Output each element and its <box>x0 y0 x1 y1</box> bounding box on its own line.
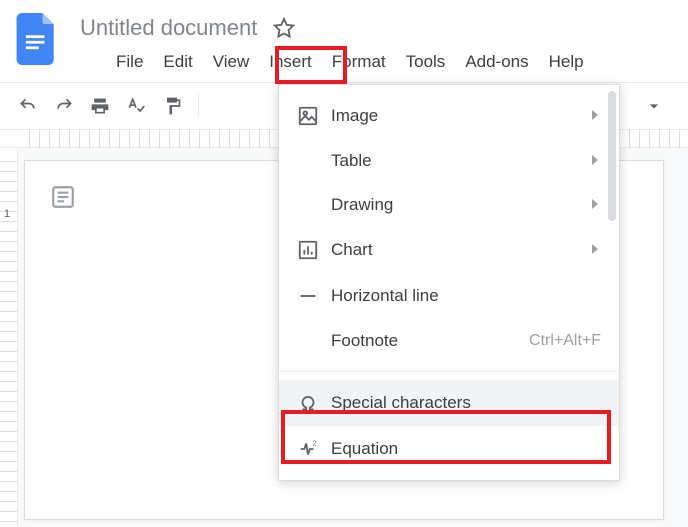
dropdown-item-footnote[interactable]: Footnote Ctrl+Alt+F <box>279 319 619 363</box>
redo-button[interactable] <box>48 90 80 122</box>
dropdown-label: Image <box>331 106 589 126</box>
equation-icon: 2 <box>297 438 331 460</box>
dropdown-label: Table <box>331 151 589 171</box>
menu-view[interactable]: View <box>203 48 260 76</box>
star-icon[interactable] <box>273 17 295 39</box>
menu-tools[interactable]: Tools <box>396 48 456 76</box>
dropdown-item-special-characters[interactable]: Special characters <box>279 380 619 426</box>
svg-text:2: 2 <box>313 438 317 447</box>
ruler-label: 1 <box>4 208 10 220</box>
menu-file[interactable]: File <box>106 48 153 76</box>
submenu-arrow-icon <box>589 106 601 126</box>
dropdown-label: Equation <box>331 439 601 459</box>
vertical-ruler[interactable]: 1 <box>0 148 18 527</box>
dropdown-label: Footnote <box>331 331 529 351</box>
insert-dropdown: Image Table Drawing Chart Horizontal lin… <box>278 84 620 481</box>
menu-help[interactable]: Help <box>539 48 594 76</box>
dropdown-item-drawing[interactable]: Drawing <box>279 183 619 227</box>
chart-icon <box>297 239 331 261</box>
dropdown-item-horizontal-line[interactable]: Horizontal line <box>279 273 619 319</box>
menu-addons[interactable]: Add-ons <box>455 48 538 76</box>
submenu-arrow-icon <box>589 151 601 171</box>
toolbar-more-button[interactable] <box>644 90 676 122</box>
dropdown-item-equation[interactable]: 2 Equation <box>279 426 619 472</box>
toolbar-separator <box>198 94 199 118</box>
menu-edit[interactable]: Edit <box>153 48 202 76</box>
paint-format-button[interactable] <box>156 90 188 122</box>
docs-logo[interactable] <box>8 10 66 68</box>
omega-icon <box>297 392 331 414</box>
menu-insert[interactable]: Insert <box>259 48 322 76</box>
dropdown-label: Special characters <box>331 393 601 413</box>
submenu-arrow-icon <box>589 195 601 215</box>
image-icon <box>297 105 331 127</box>
title-area: Untitled document <box>74 13 295 43</box>
horizontal-line-icon <box>297 285 331 307</box>
header: Untitled document <box>0 0 688 50</box>
print-button[interactable] <box>84 90 116 122</box>
dropdown-item-table[interactable]: Table <box>279 139 619 183</box>
dropdown-shortcut: Ctrl+Alt+F <box>529 332 601 350</box>
outline-icon[interactable] <box>48 182 78 212</box>
submenu-arrow-icon <box>589 240 601 260</box>
dropdown-separator <box>279 371 619 372</box>
dropdown-item-chart[interactable]: Chart <box>279 227 619 273</box>
dropdown-label: Drawing <box>331 195 589 215</box>
menubar: File Edit View Insert Format Tools Add-o… <box>0 50 688 82</box>
spellcheck-button[interactable] <box>120 90 152 122</box>
menu-format[interactable]: Format <box>322 48 396 76</box>
undo-button[interactable] <box>12 90 44 122</box>
dropdown-label: Horizontal line <box>331 286 601 306</box>
dropdown-label: Chart <box>331 240 589 260</box>
dropdown-item-image[interactable]: Image <box>279 93 619 139</box>
document-title[interactable]: Untitled document <box>74 13 263 43</box>
